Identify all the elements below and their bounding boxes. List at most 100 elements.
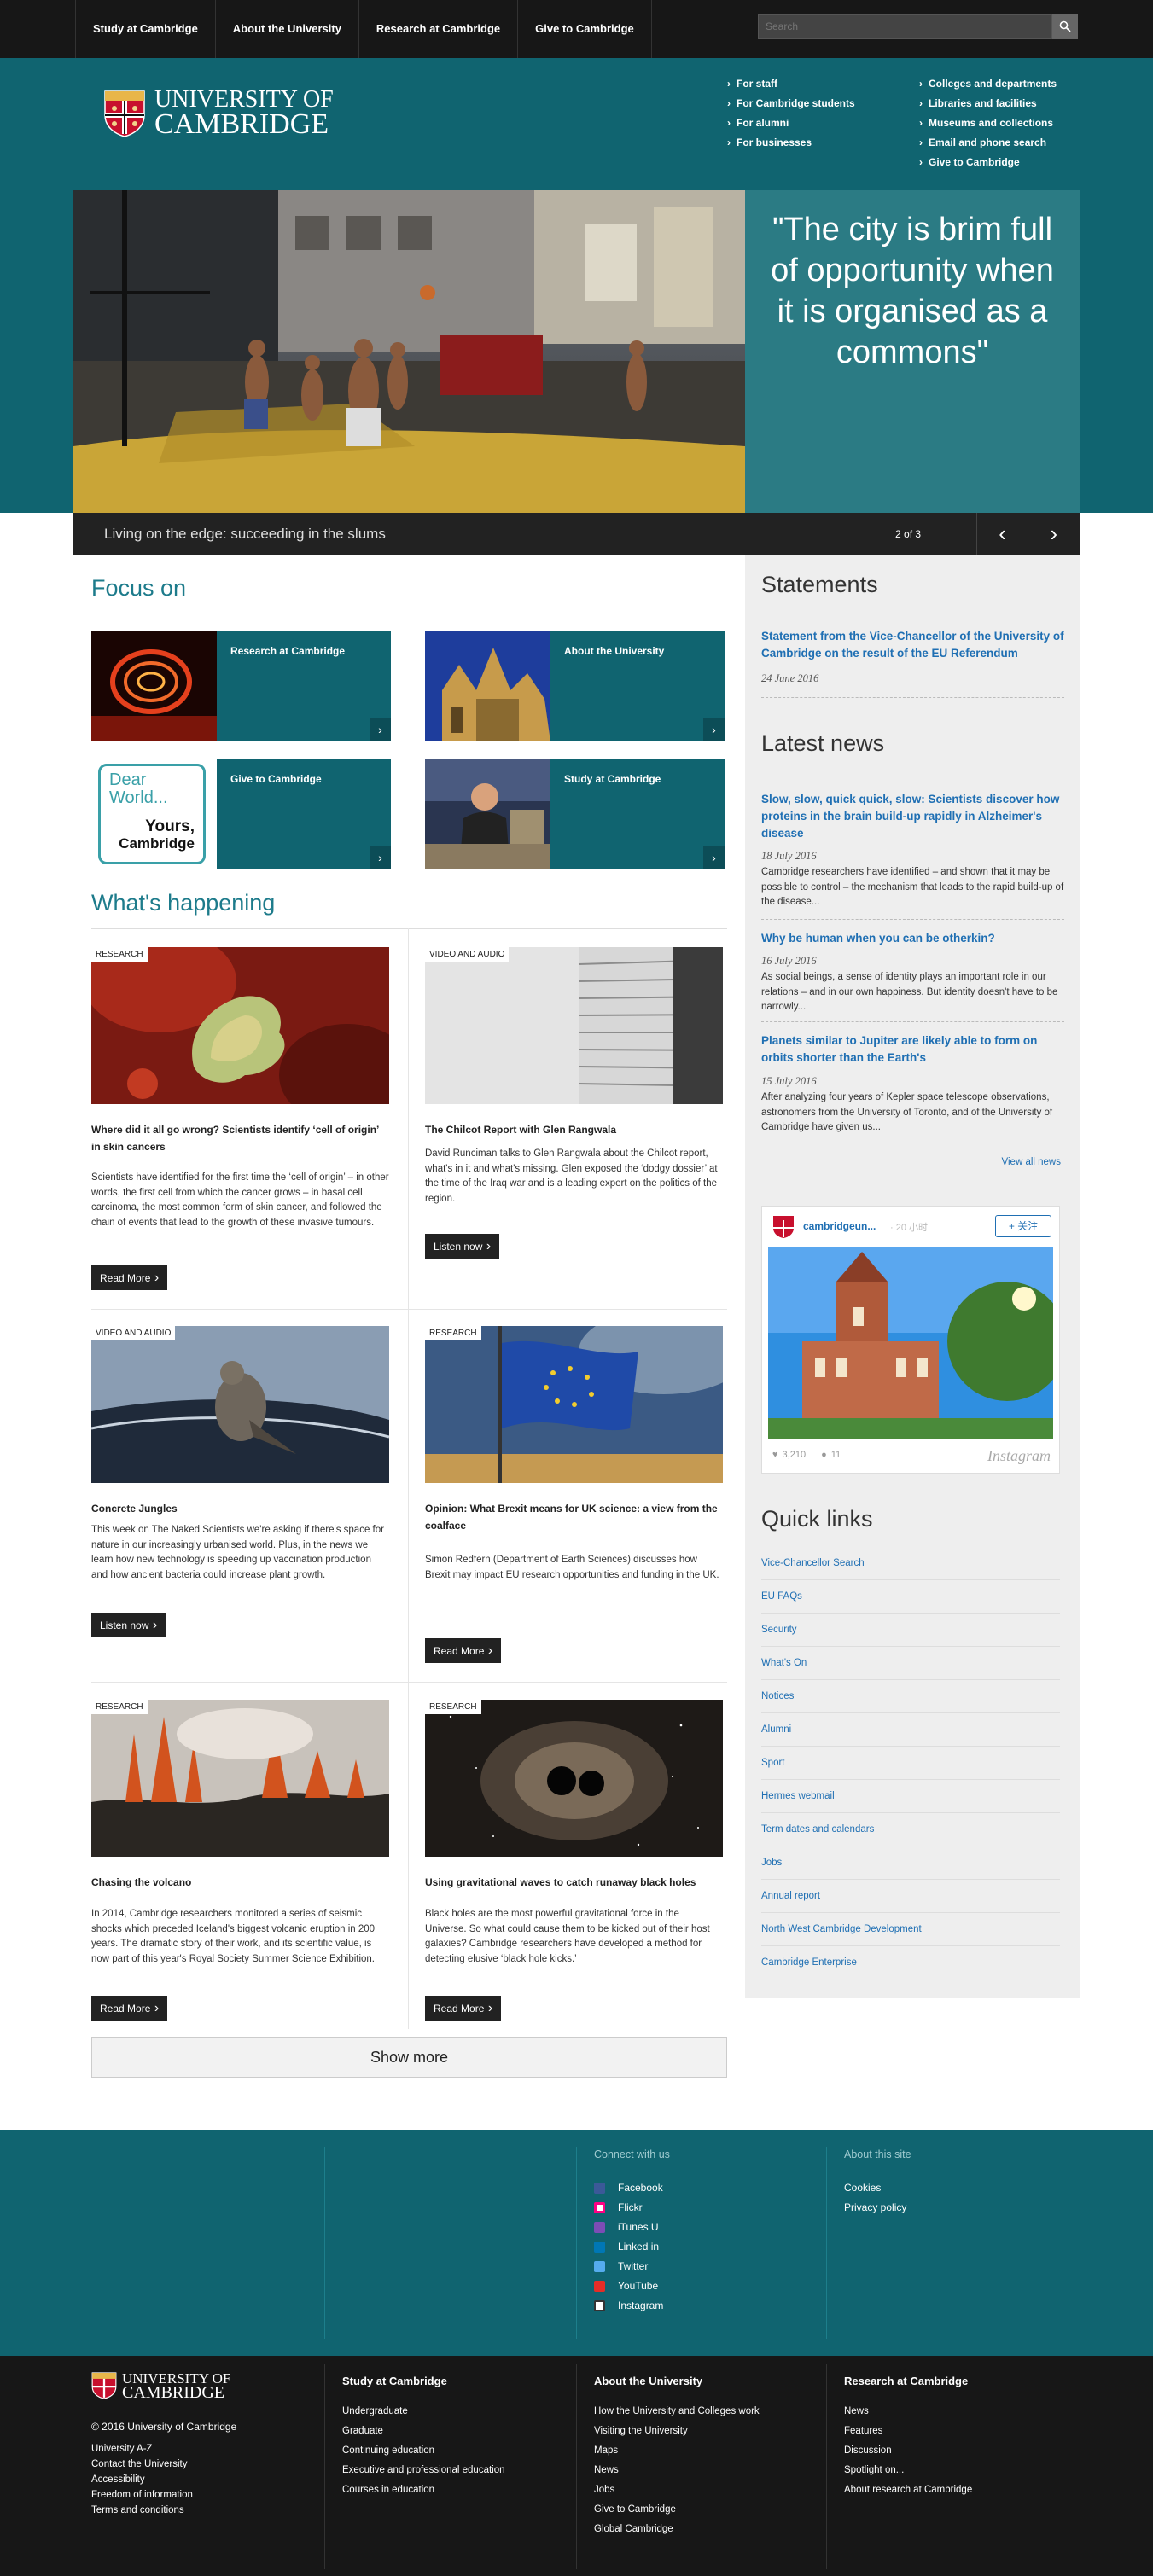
news-link[interactable]: Planets similar to Jupiter are likely ab… bbox=[761, 1032, 1069, 1067]
cookies-link[interactable]: Cookies bbox=[844, 2178, 906, 2198]
hero-next-button[interactable]: › bbox=[1028, 513, 1080, 555]
footer-link[interactable]: Graduate bbox=[342, 2422, 505, 2441]
footer-link[interactable]: Undergraduate bbox=[342, 2402, 505, 2422]
card-title[interactable]: The Chilcot Report with Glen Rangwala bbox=[425, 1121, 723, 1138]
topnav-about[interactable]: About the University bbox=[216, 0, 359, 58]
footer-link[interactable]: Global Cambridge bbox=[594, 2520, 760, 2539]
footer-about-heading[interactable]: About the University bbox=[594, 2375, 702, 2387]
instagram-account[interactable]: cambridgeun... bbox=[803, 1220, 876, 1232]
header-link[interactable]: Libraries and facilities bbox=[919, 94, 1057, 113]
read-more-button[interactable]: Read More bbox=[91, 1996, 168, 2021]
hero-image[interactable] bbox=[73, 190, 745, 513]
topnav-give[interactable]: Give to Cambridge bbox=[518, 0, 652, 58]
focus-tile-study[interactable]: Study at Cambridge › bbox=[425, 759, 725, 869]
footer-link[interactable]: Executive and professional education bbox=[342, 2461, 505, 2480]
card-title[interactable]: Where did it all go wrong? Scientists id… bbox=[91, 1121, 389, 1155]
follow-button[interactable]: + 关注 bbox=[995, 1215, 1051, 1237]
focus-tile-about[interactable]: About the University › bbox=[425, 631, 725, 741]
footer-link[interactable]: Maps bbox=[594, 2441, 760, 2461]
footer-link[interactable]: News bbox=[594, 2461, 760, 2480]
topnav-research[interactable]: Research at Cambridge bbox=[359, 0, 519, 58]
footer-link[interactable]: Spotlight on... bbox=[844, 2461, 972, 2480]
hero-prev-button[interactable]: ‹ bbox=[975, 513, 1028, 555]
focus-tile-give[interactable]: Dear World... Yours, Cambridge Give to C… bbox=[91, 759, 391, 869]
read-more-button[interactable]: Read More bbox=[425, 1638, 502, 1663]
quick-link[interactable]: Jobs bbox=[761, 1846, 1060, 1880]
instagram-photo[interactable] bbox=[768, 1247, 1053, 1439]
quick-link[interactable]: North West Cambridge Development bbox=[761, 1913, 1060, 1946]
quick-link[interactable]: Vice-Chancellor Search bbox=[761, 1547, 1060, 1580]
footer-research-heading[interactable]: Research at Cambridge bbox=[844, 2375, 968, 2387]
footer-link[interactable]: Accessibility bbox=[91, 2472, 193, 2487]
header-link[interactable]: For Cambridge students bbox=[727, 94, 855, 113]
social-linkedin[interactable]: Linked in bbox=[594, 2237, 663, 2257]
listen-now-button[interactable]: Listen now bbox=[91, 1613, 166, 1637]
show-more-button[interactable]: Show more bbox=[91, 2037, 727, 2078]
footer-link[interactable]: Contact the University bbox=[91, 2457, 193, 2472]
news-link[interactable]: Why be human when you can be otherkin? bbox=[761, 930, 1069, 947]
quick-link[interactable]: Sport bbox=[761, 1747, 1060, 1780]
footer-link[interactable]: Freedom of information bbox=[91, 2487, 193, 2503]
search-button[interactable] bbox=[1052, 14, 1078, 39]
social-itunes[interactable]: iTunes U bbox=[594, 2218, 663, 2237]
view-all-news-link[interactable]: View all news bbox=[1002, 1157, 1061, 1167]
listen-now-button[interactable]: Listen now bbox=[425, 1234, 500, 1259]
heart-icon[interactable]: ♥ bbox=[772, 1450, 778, 1460]
read-more-button[interactable]: Read More bbox=[91, 1265, 168, 1290]
header-link[interactable]: For businesses bbox=[727, 133, 855, 153]
card-title[interactable]: Concrete Jungles bbox=[91, 1500, 389, 1517]
footer-link[interactable]: Visiting the University bbox=[594, 2422, 760, 2441]
card-title[interactable]: Chasing the volcano bbox=[91, 1874, 389, 1891]
footer-link[interactable]: University A-Z bbox=[91, 2441, 193, 2457]
hero-caption[interactable]: Living on the edge: succeeding in the sl… bbox=[73, 526, 895, 543]
university-logo[interactable]: UNIVERSITY OF CAMBRIDGE bbox=[103, 88, 334, 139]
card-image[interactable] bbox=[425, 947, 723, 1104]
quick-link[interactable]: Alumni bbox=[761, 1713, 1060, 1747]
quick-link[interactable]: Hermes webmail bbox=[761, 1780, 1060, 1813]
header-link[interactable]: For alumni bbox=[727, 113, 855, 133]
card-image[interactable] bbox=[425, 1700, 723, 1857]
card-image[interactable] bbox=[425, 1326, 723, 1483]
social-twitter[interactable]: Twitter bbox=[594, 2257, 663, 2277]
news-link[interactable]: Slow, slow, quick quick, slow: Scientist… bbox=[761, 791, 1069, 842]
footer-link[interactable]: Features bbox=[844, 2422, 972, 2441]
focus-tile-research[interactable]: Research at Cambridge › bbox=[91, 631, 391, 741]
footer-logo[interactable]: UNIVERSITY OF CAMBRIDGE bbox=[91, 2371, 230, 2401]
search-input[interactable] bbox=[758, 14, 1052, 39]
quick-link[interactable]: Annual report bbox=[761, 1880, 1060, 1913]
social-youtube[interactable]: YouTube bbox=[594, 2277, 663, 2296]
quick-link[interactable]: Security bbox=[761, 1614, 1060, 1647]
header-link[interactable]: Colleges and departments bbox=[919, 74, 1057, 94]
quick-link[interactable]: Cambridge Enterprise bbox=[761, 1946, 1060, 1980]
card-image[interactable] bbox=[91, 1700, 389, 1857]
quick-link[interactable]: EU FAQs bbox=[761, 1580, 1060, 1614]
quick-link[interactable]: What's On bbox=[761, 1647, 1060, 1680]
header-link[interactable]: For staff bbox=[727, 74, 855, 94]
social-flickr[interactable]: Flickr bbox=[594, 2198, 663, 2218]
social-facebook[interactable]: Facebook bbox=[594, 2178, 663, 2198]
header-link[interactable]: Give to Cambridge bbox=[919, 153, 1057, 172]
footer-link[interactable]: Give to Cambridge bbox=[594, 2500, 760, 2520]
footer-link[interactable]: Discussion bbox=[844, 2441, 972, 2461]
header-link[interactable]: Museums and collections bbox=[919, 113, 1057, 133]
header-link[interactable]: Email and phone search bbox=[919, 133, 1057, 153]
privacy-link[interactable]: Privacy policy bbox=[844, 2198, 906, 2218]
card-title[interactable]: Opinion: What Brexit means for UK scienc… bbox=[425, 1500, 723, 1534]
footer-link[interactable]: Terms and conditions bbox=[91, 2503, 193, 2518]
footer-link[interactable]: About research at Cambridge bbox=[844, 2480, 972, 2500]
topnav-study[interactable]: Study at Cambridge bbox=[75, 0, 216, 58]
read-more-button[interactable]: Read More bbox=[425, 1996, 502, 2021]
card-image[interactable] bbox=[91, 947, 389, 1104]
footer-link[interactable]: Courses in education bbox=[342, 2480, 505, 2500]
quick-link[interactable]: Term dates and calendars bbox=[761, 1813, 1060, 1846]
quick-link[interactable]: Notices bbox=[761, 1680, 1060, 1713]
social-instagram[interactable]: Instagram bbox=[594, 2296, 663, 2316]
footer-link[interactable]: News bbox=[844, 2402, 972, 2422]
footer-link[interactable]: Continuing education bbox=[342, 2441, 505, 2461]
footer-link[interactable]: How the University and Colleges work bbox=[594, 2402, 760, 2422]
card-title[interactable]: Using gravitational waves to catch runaw… bbox=[425, 1874, 723, 1891]
statement-link[interactable]: Statement from the Vice-Chancellor of th… bbox=[761, 628, 1069, 662]
footer-link[interactable]: Jobs bbox=[594, 2480, 760, 2500]
comment-icon[interactable]: ● bbox=[821, 1450, 827, 1460]
card-image[interactable] bbox=[91, 1326, 389, 1483]
